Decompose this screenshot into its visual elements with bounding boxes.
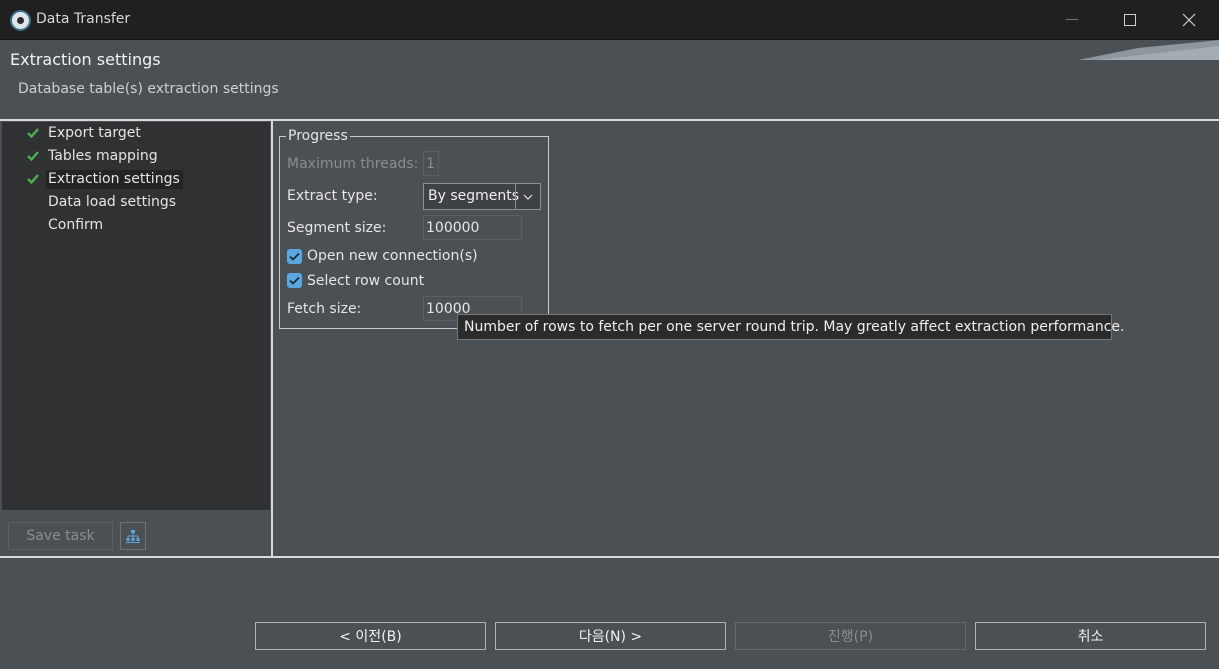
close-icon bbox=[1182, 13, 1196, 27]
next-button[interactable]: 다음(N) > bbox=[495, 622, 726, 650]
page-title: Extraction settings bbox=[10, 50, 161, 69]
check-icon bbox=[27, 128, 39, 139]
footer-divider bbox=[0, 556, 1219, 558]
max-threads-field: 1 bbox=[423, 151, 439, 176]
chevron-down-icon bbox=[515, 184, 540, 209]
nav-item-label: Export target bbox=[48, 125, 141, 141]
panel-divider bbox=[271, 121, 273, 556]
checkmark-icon bbox=[289, 276, 300, 285]
nav-item-label: Tables mapping bbox=[48, 148, 158, 164]
nav-item-label: Extraction settings bbox=[46, 170, 183, 189]
save-task-button[interactable]: Save task bbox=[8, 522, 113, 550]
checkmark-icon bbox=[289, 252, 300, 261]
maximize-button[interactable] bbox=[1101, 0, 1159, 40]
nav-item-tables-mapping[interactable]: Tables mapping bbox=[2, 145, 270, 168]
wizard-steps-panel: Export target Tables mapping Extraction … bbox=[2, 122, 270, 510]
nav-item-confirm[interactable]: Confirm bbox=[2, 214, 270, 237]
task-tree-button[interactable] bbox=[120, 522, 146, 550]
task-tree-icon bbox=[126, 530, 140, 543]
open-new-connections-checkbox[interactable] bbox=[287, 249, 302, 264]
open-new-connections-label: Open new connection(s) bbox=[307, 248, 478, 264]
segment-size-field[interactable]: 100000 bbox=[423, 215, 522, 240]
check-icon bbox=[27, 151, 39, 162]
extract-type-label: Extract type: bbox=[287, 188, 378, 204]
select-row-count-label: Select row count bbox=[307, 273, 425, 289]
title-bar bbox=[0, 0, 1219, 40]
proceed-button[interactable]: 진행(P) bbox=[735, 622, 966, 650]
wizard-header bbox=[0, 40, 1219, 120]
header-divider bbox=[0, 119, 1219, 121]
extract-type-value: By segments bbox=[428, 188, 520, 204]
check-icon bbox=[27, 174, 39, 185]
progress-group-title: Progress bbox=[286, 128, 350, 144]
minimize-button[interactable] bbox=[1043, 0, 1101, 40]
select-row-count-checkbox[interactable] bbox=[287, 273, 302, 288]
maximize-icon bbox=[1124, 14, 1136, 26]
minimize-icon bbox=[1066, 19, 1078, 20]
max-threads-label: Maximum threads: bbox=[287, 156, 419, 172]
extract-type-select[interactable]: By segments bbox=[423, 183, 541, 210]
fetch-size-tooltip: Number of rows to fetch per one server r… bbox=[457, 314, 1124, 340]
nav-item-export-target[interactable]: Export target bbox=[2, 122, 270, 145]
fetch-size-label: Fetch size: bbox=[287, 301, 362, 317]
nav-item-data-load-settings[interactable]: Data load settings bbox=[2, 191, 270, 214]
header-decoration bbox=[1078, 40, 1219, 60]
cancel-button[interactable]: 취소 bbox=[975, 622, 1206, 650]
nav-item-extraction-settings[interactable]: Extraction settings bbox=[2, 168, 270, 191]
nav-item-label: Confirm bbox=[48, 217, 104, 233]
window-title: Data Transfer bbox=[36, 11, 131, 27]
page-subtitle: Database table(s) extraction settings bbox=[18, 81, 279, 97]
back-button[interactable]: < 이전(B) bbox=[255, 622, 486, 650]
nav-item-label: Data load settings bbox=[48, 194, 177, 210]
close-button[interactable] bbox=[1160, 0, 1218, 40]
segment-size-label: Segment size: bbox=[287, 220, 387, 236]
app-logo-icon bbox=[10, 10, 31, 31]
